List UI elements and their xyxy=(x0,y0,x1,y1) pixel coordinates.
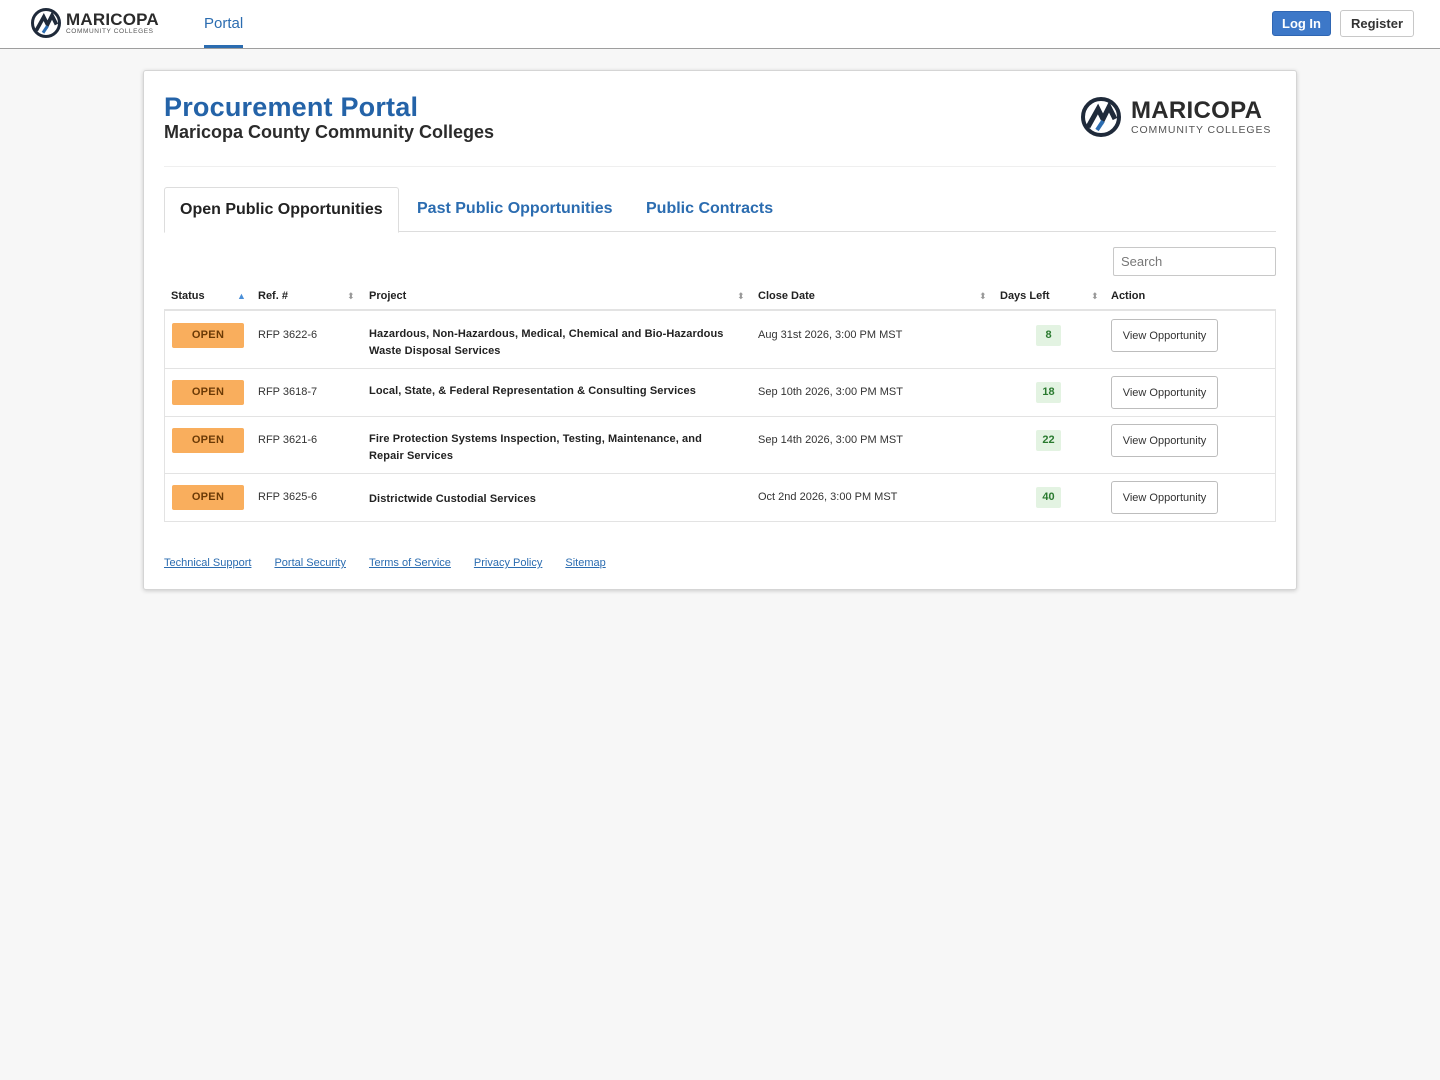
view-opportunity-button[interactable]: View Opportunity xyxy=(1111,376,1218,409)
footer-link-technical-support[interactable]: Technical Support xyxy=(164,557,251,569)
close-date: Sep 10th 2026, 3:00 PM MST xyxy=(758,386,903,398)
column-header-status[interactable]: Status xyxy=(171,283,205,309)
tab-public-contracts[interactable]: Public Contracts xyxy=(646,187,773,232)
top-navbar: MARICOPA COMMUNITY COLLEGES Portal Log I… xyxy=(0,0,1440,49)
divider xyxy=(164,166,1276,167)
opportunities-table: OPEN RFP 3622-6 Hazardous, Non-Hazardous… xyxy=(164,311,1276,522)
card-logo: MARICOPA COMMUNITY COLLEGES xyxy=(1081,97,1271,137)
tab-past-opportunities[interactable]: Past Public Opportunities xyxy=(417,187,613,232)
table-row: OPEN RFP 3618-7 Local, State, & Federal … xyxy=(165,368,1275,416)
maricopa-logo-icon xyxy=(1081,97,1121,137)
ref-number: RFP 3625-6 xyxy=(258,491,318,503)
column-header-action: Action xyxy=(1111,290,1146,302)
footer-link-terms-of-service[interactable]: Terms of Service xyxy=(369,557,451,569)
logo-subtitle: COMMUNITY COLLEGES xyxy=(66,27,154,35)
view-opportunity-button[interactable]: View Opportunity xyxy=(1111,319,1218,352)
tab-open-opportunities[interactable]: Open Public Opportunities xyxy=(164,187,399,233)
ref-number: RFP 3622-6 xyxy=(258,329,318,341)
column-header-close-date[interactable]: Close Date xyxy=(758,283,815,309)
footer-link-sitemap[interactable]: Sitemap xyxy=(565,557,605,569)
days-left-badge: 22 xyxy=(1036,430,1061,451)
close-date: Aug 31st 2026, 3:00 PM MST xyxy=(758,329,903,341)
tab-bar: Open Public Opportunities Past Public Op… xyxy=(164,187,1276,233)
sort-arrows-icon[interactable]: ⬍ xyxy=(737,283,745,309)
page-title: Procurement Portal xyxy=(164,92,419,122)
status-badge: OPEN xyxy=(172,428,244,453)
status-badge: OPEN xyxy=(172,323,244,348)
view-opportunity-button[interactable]: View Opportunity xyxy=(1111,424,1218,457)
page-subtitle: Maricopa County Community Colleges xyxy=(164,122,495,142)
project-name: Fire Protection Systems Inspection, Test… xyxy=(369,433,702,462)
days-left-badge: 8 xyxy=(1036,325,1061,346)
card-logo-name: MARICOPA xyxy=(1131,96,1263,124)
table-row: OPEN RFP 3625-6 Districtwide Custodial S… xyxy=(165,473,1275,521)
footer-links: Technical Support Portal Security Terms … xyxy=(164,557,606,569)
close-date: Sep 14th 2026, 3:00 PM MST xyxy=(758,434,903,446)
sort-arrows-icon[interactable]: ⬍ xyxy=(347,283,355,309)
sort-arrows-icon[interactable]: ⬍ xyxy=(1091,283,1099,309)
card-logo-subtitle: COMMUNITY COLLEGES xyxy=(1131,123,1272,136)
table-row: OPEN RFP 3621-6 Fire Protection Systems … xyxy=(165,416,1275,473)
maricopa-logo-icon xyxy=(31,8,61,38)
ref-number: RFP 3618-7 xyxy=(258,386,318,398)
column-header-project[interactable]: Project xyxy=(369,283,406,309)
login-button[interactable]: Log In xyxy=(1272,11,1331,36)
close-date: Oct 2nd 2026, 3:00 PM MST xyxy=(758,491,898,503)
status-badge: OPEN xyxy=(172,485,244,510)
sort-asc-icon[interactable]: ▲ xyxy=(237,283,246,309)
ref-number: RFP 3621-6 xyxy=(258,434,318,446)
column-header-ref[interactable]: Ref. # xyxy=(258,283,288,309)
table-row: OPEN RFP 3622-6 Hazardous, Non-Hazardous… xyxy=(165,311,1275,368)
footer-link-portal-security[interactable]: Portal Security xyxy=(274,557,346,569)
days-left-badge: 40 xyxy=(1036,487,1061,508)
project-name: Local, State, & Federal Representation &… xyxy=(369,385,696,397)
column-header-days-left[interactable]: Days Left xyxy=(1000,283,1050,309)
project-name: Districtwide Custodial Services xyxy=(369,493,536,505)
nav-portal-link[interactable]: Portal xyxy=(204,0,244,48)
portal-card: Procurement Portal Maricopa County Commu… xyxy=(143,70,1297,590)
project-name: Hazardous, Non-Hazardous, Medical, Chemi… xyxy=(369,328,724,357)
register-button[interactable]: Register xyxy=(1340,10,1414,37)
table-header: Status ▲ Ref. # ⬍ Project ⬍ Close Date ⬍… xyxy=(164,283,1276,311)
sort-arrows-icon[interactable]: ⬍ xyxy=(979,283,987,309)
status-badge: OPEN xyxy=(172,380,244,405)
logo-name: MARICOPA xyxy=(66,9,159,29)
maricopa-logo[interactable]: MARICOPA COMMUNITY COLLEGES xyxy=(31,8,159,38)
view-opportunity-button[interactable]: View Opportunity xyxy=(1111,481,1218,514)
days-left-badge: 18 xyxy=(1036,382,1061,403)
footer-link-privacy-policy[interactable]: Privacy Policy xyxy=(474,557,542,569)
search-input[interactable] xyxy=(1113,247,1276,276)
